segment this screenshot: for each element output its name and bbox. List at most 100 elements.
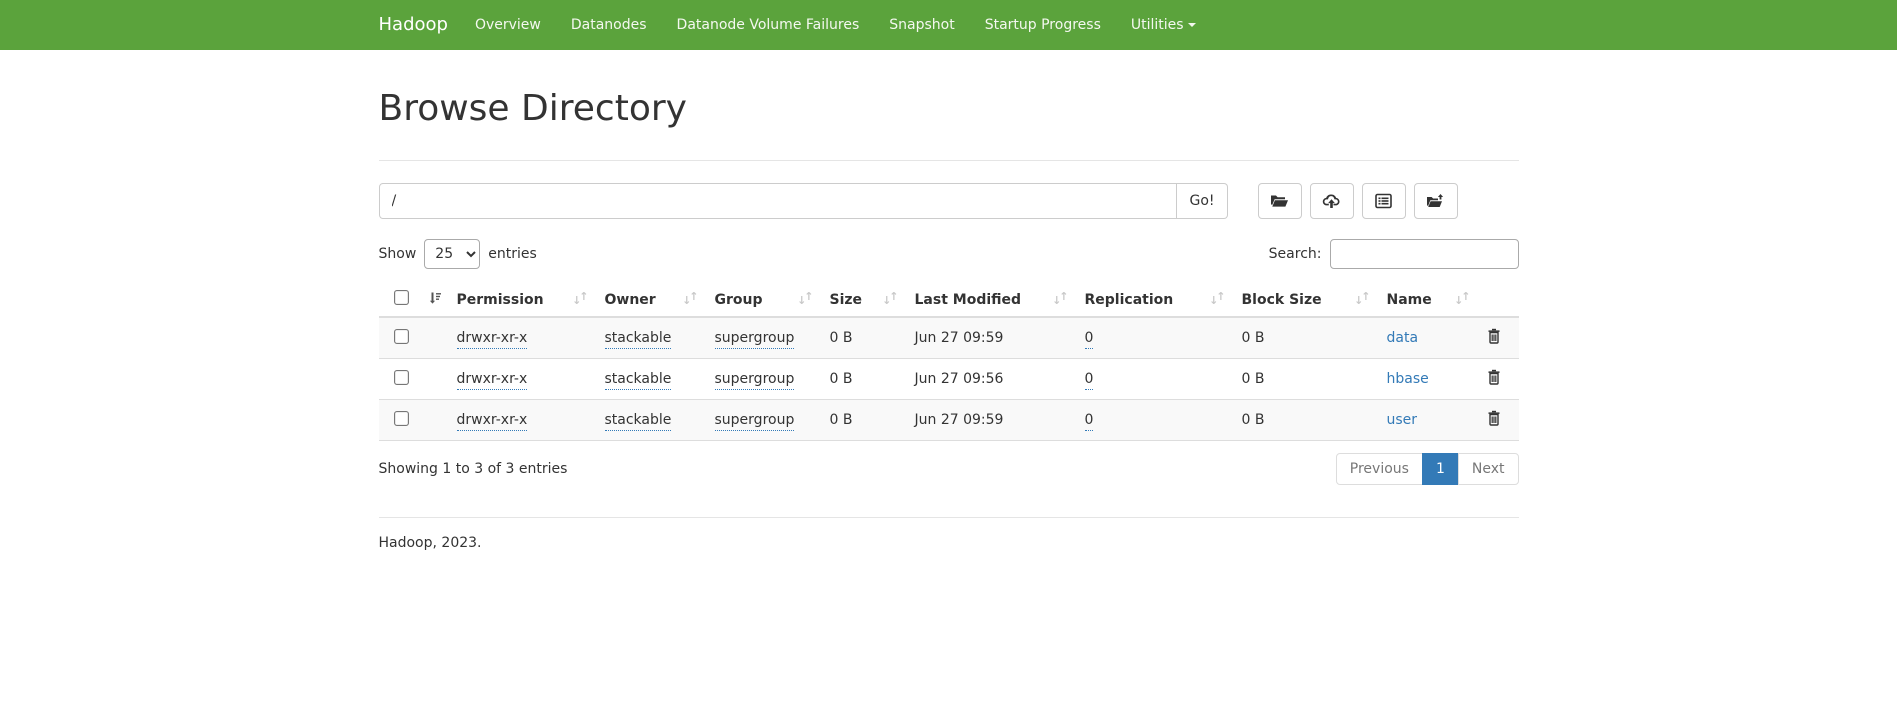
group-cell[interactable]: supergroup bbox=[715, 412, 795, 431]
header-permission-label: Permission bbox=[457, 292, 544, 308]
nav-item-overview[interactable]: Overview bbox=[460, 0, 556, 50]
navbar: Hadoop Overview Datanodes Datanode Volum… bbox=[0, 0, 1897, 50]
table-row: drwxr-xr-x stackable supergroup 0 B Jun … bbox=[379, 359, 1519, 400]
permission-cell[interactable]: drwxr-xr-x bbox=[457, 330, 528, 349]
cut-paste-button[interactable] bbox=[1414, 183, 1458, 219]
header-last-modified-label: Last Modified bbox=[915, 292, 1022, 308]
nav-item-datanode-volume-failures[interactable]: Datanode Volume Failures bbox=[662, 0, 875, 50]
folder-open-icon bbox=[1270, 193, 1289, 209]
pagination-page-1[interactable]: 1 bbox=[1423, 453, 1459, 485]
directory-link[interactable]: hbase bbox=[1387, 371, 1429, 387]
site-footer-text: Hadoop, 2023. bbox=[379, 535, 1519, 551]
trash-icon bbox=[1487, 369, 1501, 385]
directory-path-input[interactable] bbox=[379, 183, 1178, 219]
replication-cell[interactable]: 0 bbox=[1085, 330, 1094, 349]
table-footer: Showing 1 to 3 of 3 entries Previous 1 N… bbox=[379, 453, 1519, 485]
header-name-label: Name bbox=[1387, 292, 1432, 308]
nav-item-utilities-label: Utilities bbox=[1131, 17, 1184, 33]
sort-both-icon: ↓↑ bbox=[1454, 292, 1468, 305]
sort-both-icon: ↓↑ bbox=[1354, 292, 1368, 305]
delete-button[interactable] bbox=[1487, 328, 1501, 347]
pagination-page-1-label[interactable]: 1 bbox=[1422, 453, 1459, 485]
search-label: Search: bbox=[1269, 246, 1322, 262]
owner-cell[interactable]: stackable bbox=[605, 330, 672, 349]
owner-cell[interactable]: stackable bbox=[605, 412, 672, 431]
directory-link[interactable]: user bbox=[1387, 412, 1418, 428]
caret-down-icon bbox=[1188, 23, 1196, 27]
search-input[interactable] bbox=[1330, 239, 1519, 269]
permission-cell[interactable]: drwxr-xr-x bbox=[457, 371, 528, 390]
folder-move-icon bbox=[1426, 193, 1445, 209]
page-size-select[interactable]: 25 bbox=[424, 239, 480, 269]
entries-label: entries bbox=[488, 246, 537, 262]
header-size-label: Size bbox=[830, 292, 863, 308]
select-all-header[interactable] bbox=[379, 283, 449, 317]
replication-cell[interactable]: 0 bbox=[1085, 412, 1094, 431]
entries-info: Showing 1 to 3 of 3 entries bbox=[379, 461, 568, 477]
create-directory-button[interactable] bbox=[1258, 183, 1302, 219]
delete-button[interactable] bbox=[1487, 410, 1501, 429]
directory-table: Permission↓↑ Owner↓↑ Group↓↑ Size↓↑ Last… bbox=[379, 283, 1519, 441]
sort-both-icon: ↓↑ bbox=[1209, 292, 1223, 305]
header-replication-label: Replication bbox=[1085, 292, 1174, 308]
sort-both-icon: ↓↑ bbox=[572, 292, 586, 305]
header-permission[interactable]: Permission ↓↑ bbox=[449, 283, 597, 317]
pagination-next[interactable]: Next bbox=[1459, 453, 1519, 485]
block-size-cell: 0 B bbox=[1234, 359, 1379, 400]
search-control: Search: bbox=[1269, 239, 1519, 269]
pagination-previous-label[interactable]: Previous bbox=[1336, 453, 1423, 485]
pagination-previous[interactable]: Previous bbox=[1336, 453, 1423, 485]
cloud-upload-icon bbox=[1322, 193, 1341, 209]
nav-item-startup-progress[interactable]: Startup Progress bbox=[970, 0, 1116, 50]
show-label: Show bbox=[379, 246, 417, 262]
owner-cell[interactable]: stackable bbox=[605, 371, 672, 390]
list-alt-icon bbox=[1375, 193, 1392, 209]
select-all-checkbox[interactable] bbox=[394, 290, 409, 305]
header-owner[interactable]: Owner↓↑ bbox=[597, 283, 707, 317]
title-divider bbox=[379, 160, 1519, 161]
trash-icon bbox=[1487, 328, 1501, 344]
row-checkbox[interactable] bbox=[394, 329, 409, 344]
table-header-row: Permission↓↑ Owner↓↑ Group↓↑ Size↓↑ Last… bbox=[379, 283, 1519, 317]
group-cell[interactable]: supergroup bbox=[715, 371, 795, 390]
navbar-brand[interactable]: Hadoop bbox=[379, 0, 460, 50]
path-bar: Go! bbox=[379, 183, 1519, 219]
sort-both-icon: ↓↑ bbox=[882, 292, 896, 305]
pagination-next-label[interactable]: Next bbox=[1458, 453, 1519, 485]
last-modified-cell: Jun 27 09:56 bbox=[907, 359, 1077, 400]
file-operations-button[interactable] bbox=[1362, 183, 1406, 219]
row-checkbox[interactable] bbox=[394, 411, 409, 426]
table-row: drwxr-xr-x stackable supergroup 0 B Jun … bbox=[379, 400, 1519, 441]
directory-link[interactable]: data bbox=[1387, 330, 1419, 346]
sort-asc-icon bbox=[428, 291, 441, 308]
header-size[interactable]: Size ↓↑ bbox=[822, 283, 907, 317]
delete-button[interactable] bbox=[1487, 369, 1501, 388]
block-size-cell: 0 B bbox=[1234, 317, 1379, 359]
replication-cell[interactable]: 0 bbox=[1085, 371, 1094, 390]
table-row: drwxr-xr-x stackable supergroup 0 B Jun … bbox=[379, 317, 1519, 359]
nav-item-snapshot[interactable]: Snapshot bbox=[874, 0, 969, 50]
header-group[interactable]: Group↓↑ bbox=[707, 283, 822, 317]
header-name[interactable]: Name ↓↑ bbox=[1379, 283, 1479, 317]
group-cell[interactable]: supergroup bbox=[715, 330, 795, 349]
last-modified-cell: Jun 27 09:59 bbox=[907, 400, 1077, 441]
header-block-size-label: Block Size bbox=[1242, 292, 1322, 308]
footer-divider bbox=[379, 517, 1519, 518]
header-block-size[interactable]: Block Size ↓↑ bbox=[1234, 283, 1379, 317]
nav-item-datanodes[interactable]: Datanodes bbox=[556, 0, 662, 50]
header-replication[interactable]: Replication ↓↑ bbox=[1077, 283, 1234, 317]
size-cell: 0 B bbox=[822, 317, 907, 359]
last-modified-cell: Jun 27 09:59 bbox=[907, 317, 1077, 359]
row-checkbox[interactable] bbox=[394, 370, 409, 385]
header-group-label: Group bbox=[715, 292, 763, 308]
go-button[interactable]: Go! bbox=[1177, 183, 1227, 219]
upload-files-button[interactable] bbox=[1310, 183, 1354, 219]
permission-cell[interactable]: drwxr-xr-x bbox=[457, 412, 528, 431]
nav-item-utilities[interactable]: Utilities bbox=[1116, 0, 1211, 50]
pagination: Previous 1 Next bbox=[1336, 453, 1519, 485]
header-last-modified[interactable]: Last Modified↓↑ bbox=[907, 283, 1077, 317]
directory-action-buttons bbox=[1258, 183, 1458, 219]
table-controls: Show 25 entries Search: bbox=[379, 239, 1519, 269]
page-title: Browse Directory bbox=[379, 88, 1519, 129]
show-entries-control: Show 25 entries bbox=[379, 239, 537, 269]
